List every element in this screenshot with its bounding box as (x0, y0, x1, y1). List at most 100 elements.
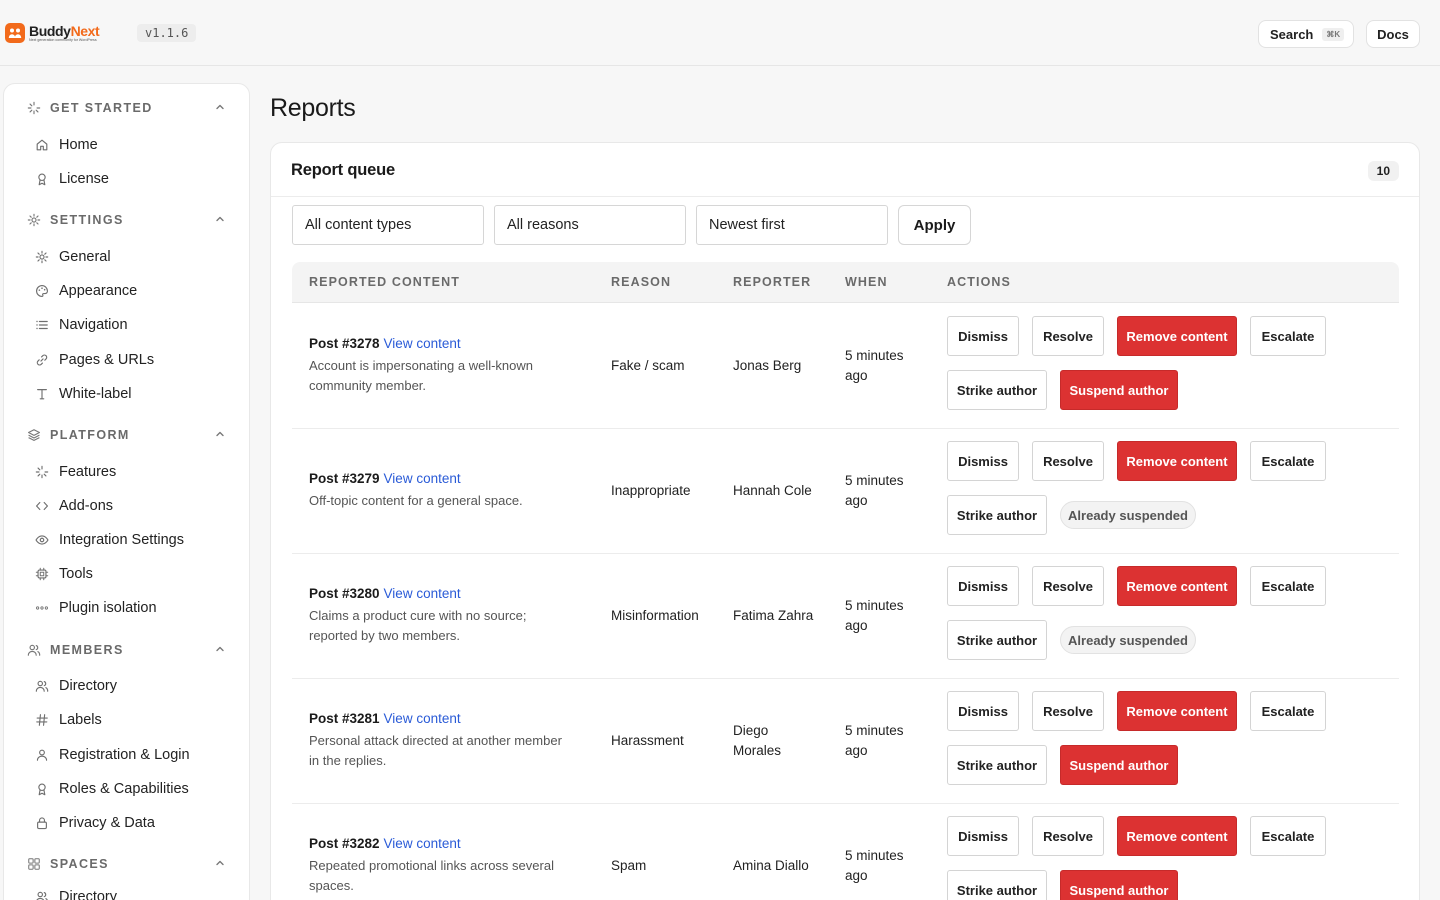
chevron-up-icon[interactable] (213, 642, 227, 656)
sidebar-item-privacy-data[interactable]: Privacy & Data (35, 812, 235, 834)
sidebar-item-roles-capabilities[interactable]: Roles & Capabilities (35, 778, 235, 800)
app-logo[interactable]: BuddyNext Next generation community for … (5, 23, 100, 43)
sidebar-item-license[interactable]: License (35, 168, 235, 190)
sidebar: GET STARTED Home License SETTINGS General App… (3, 83, 250, 900)
sidebar-item-directory[interactable]: Directory (35, 886, 235, 900)
post-id: Post #3282 (309, 836, 380, 851)
sidebar-item-registration-login[interactable]: Registration & Login (35, 744, 235, 766)
resolve-button[interactable]: Resolve (1032, 566, 1104, 606)
sidebar-section-spaces[interactable]: SPACES (27, 854, 227, 874)
strike-author-button[interactable]: Strike author (947, 745, 1047, 785)
sidebar-item-add-ons[interactable]: Add-ons (35, 495, 235, 517)
escalate-button[interactable]: Escalate (1250, 566, 1326, 606)
search-shortcut: ⌘K (1322, 27, 1345, 41)
users-icon (35, 679, 49, 693)
remove-content-button[interactable]: Remove content (1117, 691, 1237, 731)
escalate-button[interactable]: Escalate (1250, 816, 1326, 856)
reporter-name-line: Amina Diallo (733, 858, 809, 873)
chevron-up-icon[interactable] (213, 856, 227, 870)
sparkles-icon (35, 465, 49, 479)
timestamp-line: ago (845, 618, 868, 633)
remove-content-button[interactable]: Remove content (1117, 316, 1237, 356)
sidebar-item-home[interactable]: Home (35, 134, 235, 156)
sidebar-item-general[interactable]: General (35, 246, 235, 268)
sidebar-item-integration-settings[interactable]: Integration Settings (35, 529, 235, 551)
sidebar-section-label: GET STARTED (50, 101, 153, 115)
reporter-name-line: Fatima Zahra (733, 608, 814, 623)
reason-cell: Misinformation (611, 608, 699, 623)
already-suspended-badge: Already suspended (1060, 626, 1196, 654)
chevron-up-icon[interactable] (213, 427, 227, 441)
apply-button[interactable]: Apply (898, 205, 971, 245)
post-id: Post #3278 (309, 336, 380, 351)
report-queue-card: Report queue 10 All content types All re… (270, 142, 1420, 900)
divider (271, 196, 1419, 197)
sort-select[interactable]: Newest first (696, 205, 888, 245)
sidebar-section-settings[interactable]: SETTINGS (27, 210, 227, 230)
sidebar-item-white-label[interactable]: White-label (35, 383, 235, 405)
resolve-button[interactable]: Resolve (1032, 441, 1104, 481)
escalate-button[interactable]: Escalate (1250, 691, 1326, 731)
suspend-author-button[interactable]: Suspend author (1060, 870, 1178, 900)
sidebar-item-features[interactable]: Features (35, 461, 235, 483)
reported-content: Post #3278 View content (309, 336, 461, 351)
column-header: REASON (611, 275, 672, 289)
sidebar-item-plugin-isolation[interactable]: Plugin isolation (35, 597, 235, 619)
view-content-link[interactable]: View content (384, 471, 461, 486)
sidebar-item-pages-urls[interactable]: Pages & URLs (35, 349, 235, 371)
view-content-link[interactable]: View content (384, 336, 461, 351)
view-content-link[interactable]: View content (384, 711, 461, 726)
dots-icon (35, 601, 49, 615)
version-badge: v1.1.6 (137, 24, 197, 42)
list-icon (35, 318, 49, 332)
sidebar-section-members[interactable]: MEMBERS (27, 640, 227, 660)
report-description: Repeated promotional links across severa… (309, 856, 584, 895)
strike-author-button[interactable]: Strike author (947, 370, 1047, 410)
view-content-link[interactable]: View content (384, 586, 461, 601)
view-content-link[interactable]: View content (384, 836, 461, 851)
chevron-up-icon[interactable] (213, 100, 227, 114)
dismiss-button[interactable]: Dismiss (947, 691, 1019, 731)
escalate-button[interactable]: Escalate (1250, 316, 1326, 356)
reason-select[interactable]: All reasons (494, 205, 686, 245)
resolve-button[interactable]: Resolve (1032, 316, 1104, 356)
resolve-button[interactable]: Resolve (1032, 691, 1104, 731)
escalate-button[interactable]: Escalate (1250, 441, 1326, 481)
when-cell: 5 minutes ago (845, 346, 904, 386)
suspend-author-button[interactable]: Suspend author (1060, 745, 1178, 785)
remove-content-button[interactable]: Remove content (1117, 816, 1237, 856)
dismiss-button[interactable]: Dismiss (947, 816, 1019, 856)
dismiss-button[interactable]: Dismiss (947, 566, 1019, 606)
strike-author-button[interactable]: Strike author (947, 620, 1047, 660)
reporter-name-line: Hannah Cole (733, 483, 812, 498)
users-icon (27, 643, 41, 657)
gear-icon (27, 213, 41, 227)
search-button[interactable]: Search ⌘K (1258, 20, 1354, 48)
content-type-select[interactable]: All content types (292, 205, 484, 245)
link-icon (35, 353, 49, 367)
strike-author-button[interactable]: Strike author (947, 870, 1047, 900)
chevron-up-icon[interactable] (213, 212, 227, 226)
sidebar-item-tools[interactable]: Tools (35, 563, 235, 585)
timestamp-line: ago (845, 868, 868, 883)
suspend-author-button[interactable]: Suspend author (1060, 370, 1178, 410)
dismiss-button[interactable]: Dismiss (947, 441, 1019, 481)
sidebar-item-directory[interactable]: Directory (35, 675, 235, 697)
strike-author-button[interactable]: Strike author (947, 495, 1047, 535)
sidebar-item-label: License (59, 171, 109, 187)
column-header: ACTIONS (947, 275, 1011, 289)
sidebar-item-labels[interactable]: Labels (35, 709, 235, 731)
sidebar-section-get-started[interactable]: GET STARTED (27, 98, 227, 118)
when-cell: 5 minutes ago (845, 846, 904, 886)
dismiss-button[interactable]: Dismiss (947, 316, 1019, 356)
sidebar-item-label: Features (59, 464, 117, 480)
sparkles-icon (27, 101, 41, 115)
column-header: REPORTED CONTENT (309, 275, 460, 289)
resolve-button[interactable]: Resolve (1032, 816, 1104, 856)
docs-button[interactable]: Docs (1366, 20, 1420, 48)
remove-content-button[interactable]: Remove content (1117, 441, 1237, 481)
sidebar-item-appearance[interactable]: Appearance (35, 280, 235, 302)
remove-content-button[interactable]: Remove content (1117, 566, 1237, 606)
sidebar-section-platform[interactable]: PLATFORM (27, 425, 227, 445)
sidebar-item-navigation[interactable]: Navigation (35, 314, 235, 336)
